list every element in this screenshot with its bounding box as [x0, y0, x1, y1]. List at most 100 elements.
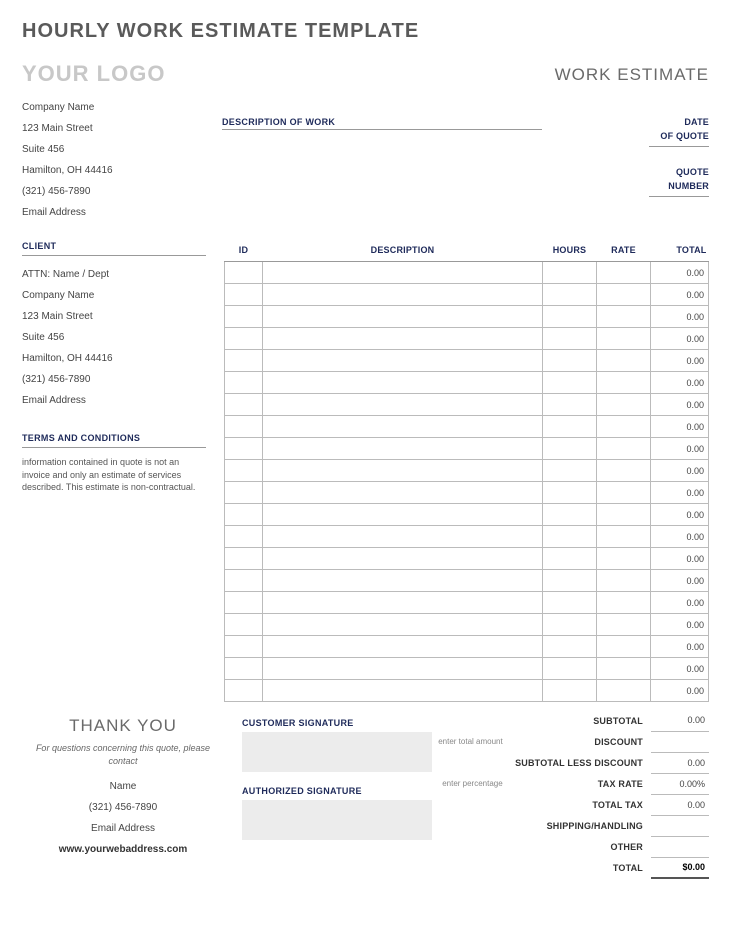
cell-desc[interactable]	[263, 482, 543, 504]
cell-desc[interactable]	[263, 504, 543, 526]
cell-desc[interactable]	[263, 680, 543, 702]
shipping-label: SHIPPING/HANDLING	[507, 815, 651, 836]
cell-id[interactable]	[225, 482, 263, 504]
other-value[interactable]	[651, 836, 709, 857]
cell-desc[interactable]	[263, 636, 543, 658]
client-company: Company Name	[22, 285, 206, 306]
cell-desc[interactable]	[263, 526, 543, 548]
description-of-work-field[interactable]	[222, 129, 542, 130]
cell-rate[interactable]	[597, 504, 651, 526]
other-label: OTHER	[507, 836, 651, 857]
cell-rate[interactable]	[597, 416, 651, 438]
cell-desc[interactable]	[263, 350, 543, 372]
table-row: 0.00	[225, 328, 709, 350]
cell-rate[interactable]	[597, 526, 651, 548]
cell-hours[interactable]	[543, 570, 597, 592]
cell-total: 0.00	[651, 438, 709, 460]
cell-desc[interactable]	[263, 592, 543, 614]
cell-desc[interactable]	[263, 570, 543, 592]
cell-hours[interactable]	[543, 284, 597, 306]
discount-value[interactable]	[651, 731, 709, 752]
cell-rate[interactable]	[597, 394, 651, 416]
cell-id[interactable]	[225, 570, 263, 592]
cell-rate[interactable]	[597, 350, 651, 372]
cell-id[interactable]	[225, 306, 263, 328]
cell-hours[interactable]	[543, 306, 597, 328]
cell-id[interactable]	[225, 438, 263, 460]
cell-id[interactable]	[225, 592, 263, 614]
cell-desc[interactable]	[263, 394, 543, 416]
cell-id[interactable]	[225, 548, 263, 570]
cell-desc[interactable]	[263, 416, 543, 438]
cell-id[interactable]	[225, 504, 263, 526]
cell-rate[interactable]	[597, 262, 651, 284]
cell-hours[interactable]	[543, 592, 597, 614]
cell-rate[interactable]	[597, 372, 651, 394]
cell-desc[interactable]	[263, 262, 543, 284]
quote-number-field[interactable]: QUOTE NUMBER	[649, 165, 709, 197]
cell-id[interactable]	[225, 416, 263, 438]
cell-hours[interactable]	[543, 526, 597, 548]
cell-rate[interactable]	[597, 482, 651, 504]
cell-desc[interactable]	[263, 658, 543, 680]
cell-rate[interactable]	[597, 460, 651, 482]
cell-hours[interactable]	[543, 614, 597, 636]
cell-hours[interactable]	[543, 504, 597, 526]
cell-hours[interactable]	[543, 262, 597, 284]
cell-desc[interactable]	[263, 460, 543, 482]
cell-hours[interactable]	[543, 328, 597, 350]
cell-desc[interactable]	[263, 284, 543, 306]
cell-hours[interactable]	[543, 460, 597, 482]
cell-desc[interactable]	[263, 614, 543, 636]
cell-rate[interactable]	[597, 680, 651, 702]
table-row: 0.00	[225, 504, 709, 526]
cell-rate[interactable]	[597, 328, 651, 350]
cell-id[interactable]	[225, 680, 263, 702]
cell-rate[interactable]	[597, 284, 651, 306]
cell-hours[interactable]	[543, 350, 597, 372]
cell-hours[interactable]	[543, 658, 597, 680]
cell-desc[interactable]	[263, 438, 543, 460]
cell-rate[interactable]	[597, 548, 651, 570]
cell-id[interactable]	[225, 526, 263, 548]
cell-rate[interactable]	[597, 570, 651, 592]
cell-desc[interactable]	[263, 548, 543, 570]
cell-id[interactable]	[225, 394, 263, 416]
cell-desc[interactable]	[263, 328, 543, 350]
cell-hours[interactable]	[543, 394, 597, 416]
cell-hours[interactable]	[543, 416, 597, 438]
cell-rate[interactable]	[597, 636, 651, 658]
cell-id[interactable]	[225, 614, 263, 636]
cell-id[interactable]	[225, 350, 263, 372]
date-label-1: DATE	[649, 115, 709, 129]
cell-id[interactable]	[225, 284, 263, 306]
cell-id[interactable]	[225, 262, 263, 284]
cell-hours[interactable]	[543, 482, 597, 504]
cell-hours[interactable]	[543, 548, 597, 570]
cell-hours[interactable]	[543, 438, 597, 460]
cell-rate[interactable]	[597, 614, 651, 636]
cell-rate[interactable]	[597, 306, 651, 328]
tax-rate-value[interactable]: 0.00%	[651, 773, 709, 794]
cell-hours[interactable]	[543, 636, 597, 658]
client-phone: (321) 456-7890	[22, 369, 206, 390]
cell-id[interactable]	[225, 460, 263, 482]
cell-desc[interactable]	[263, 306, 543, 328]
cell-hours[interactable]	[543, 372, 597, 394]
table-row: 0.00	[225, 526, 709, 548]
cell-id[interactable]	[225, 658, 263, 680]
cell-id[interactable]	[225, 636, 263, 658]
cell-desc[interactable]	[263, 372, 543, 394]
customer-signature-box[interactable]	[242, 732, 432, 772]
cell-hours[interactable]	[543, 680, 597, 702]
authorized-signature-box[interactable]	[242, 800, 432, 840]
cell-rate[interactable]	[597, 658, 651, 680]
cell-rate[interactable]	[597, 592, 651, 614]
cell-id[interactable]	[225, 328, 263, 350]
company-address-block: Company Name 123 Main Street Suite 456 H…	[22, 97, 222, 223]
shipping-value[interactable]	[651, 815, 709, 836]
cell-id[interactable]	[225, 372, 263, 394]
date-of-quote-field[interactable]: DATE OF QUOTE	[649, 115, 709, 147]
table-row: 0.00	[225, 372, 709, 394]
cell-rate[interactable]	[597, 438, 651, 460]
